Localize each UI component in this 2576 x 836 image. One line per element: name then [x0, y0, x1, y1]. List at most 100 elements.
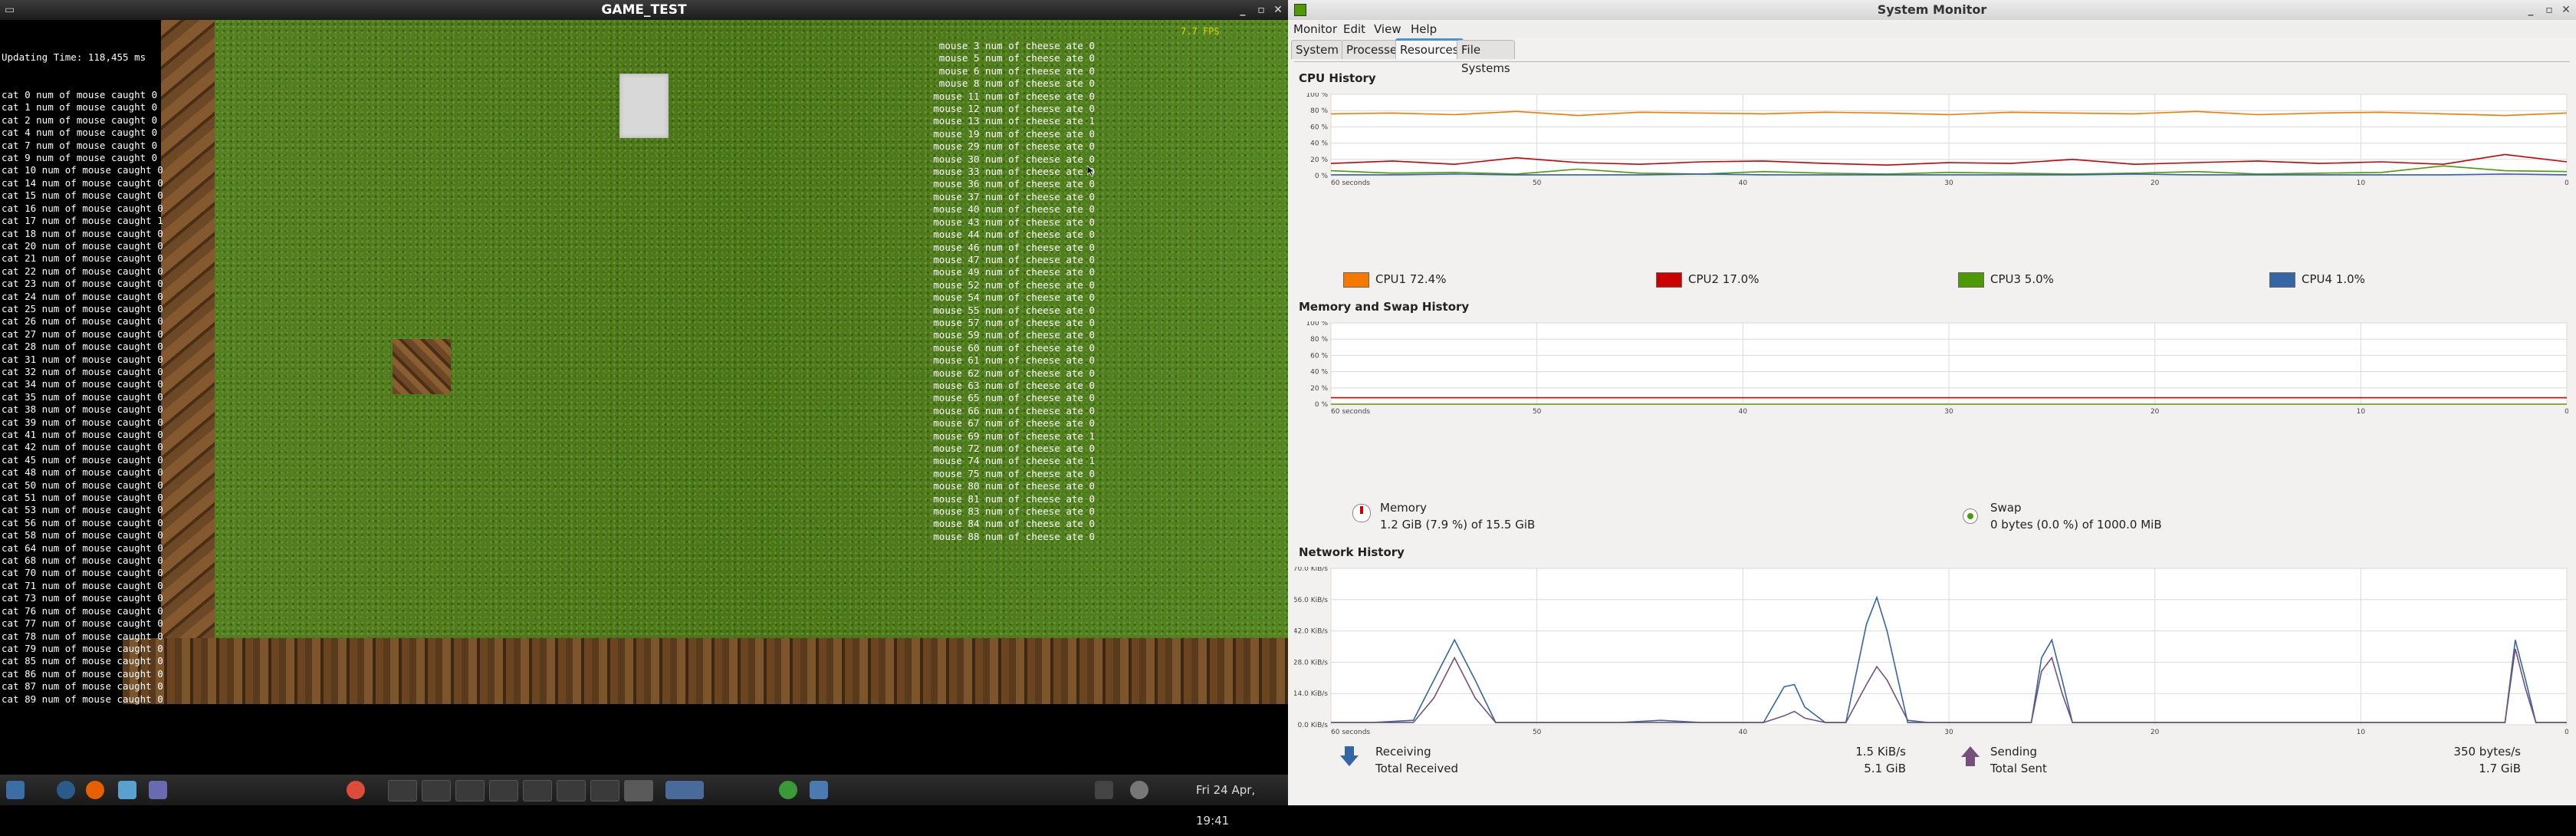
- cat-log-line: cat 22 num of mouse caught 0: [2, 265, 163, 277]
- volume-icon[interactable]: [1130, 781, 1148, 799]
- y-tick-label: 0 %: [1315, 173, 1329, 180]
- x-tick-label: 30: [1944, 408, 1953, 416]
- mouse-log-line: mouse 60 num of cheese ate 0: [933, 341, 1095, 354]
- cpu3-legend-label: CPU3 5.0%: [1990, 272, 2054, 286]
- task-files-2[interactable]: [523, 780, 552, 801]
- wooden-crate: [393, 339, 451, 394]
- cat-log-line: cat 17 num of mouse caught 1: [2, 215, 163, 227]
- maximize-icon[interactable]: ▫: [2542, 3, 2556, 17]
- game-window-titlebar[interactable]: ▭ GAME_TEST _ ▫ ✕: [0, 0, 1288, 20]
- runner-icon[interactable]: [779, 781, 797, 799]
- desktop-icon[interactable]: [810, 781, 828, 799]
- y-tick-label: 100 %: [1306, 321, 1328, 327]
- y-tick-label: 14.0 KiB/s: [1294, 690, 1328, 698]
- cat-log-line: cat 78 num of mouse caught 0: [2, 630, 163, 642]
- menu-edit[interactable]: Edit: [1343, 22, 1365, 36]
- mouse-log-line: mouse 61 num of cheese ate 0: [933, 354, 1095, 367]
- screen-icon[interactable]: [1095, 781, 1113, 799]
- mouse-log-line: mouse 40 num of cheese ate 0: [933, 203, 1095, 216]
- system-monitor-titlebar[interactable]: System Monitor _ ▫ ✕: [1288, 0, 2576, 21]
- cpu2-color-swatch[interactable]: [1656, 272, 1682, 288]
- minimize-icon[interactable]: _: [2524, 3, 2538, 17]
- y-tick-label: 80 %: [1310, 336, 1328, 344]
- cpu4-color-swatch[interactable]: [2269, 272, 2295, 288]
- firefox-icon[interactable]: [86, 781, 104, 799]
- close-icon[interactable]: ✕: [1271, 3, 1285, 17]
- memory-history-title: Memory and Swap History: [1299, 300, 1470, 314]
- mouse-log-line: mouse 83 num of cheese ate 0: [933, 505, 1095, 518]
- tab-system[interactable]: System: [1291, 40, 1343, 59]
- mouse-log-line: mouse 72 num of cheese ate 0: [933, 443, 1095, 454]
- memory-value: 1.2 GiB (7.9 %) of 15.5 GiB: [1380, 518, 1536, 532]
- task-editor[interactable]: [422, 780, 451, 801]
- y-tick-label: 42.0 KiB/s: [1294, 628, 1328, 636]
- clock[interactable]: Fri 24 Apr, 19:41: [1196, 775, 1288, 836]
- maximize-icon[interactable]: ▫: [1254, 3, 1268, 17]
- task-terminal[interactable]: [388, 780, 417, 801]
- cpu3-color-swatch[interactable]: [1958, 272, 1984, 288]
- total-sent-label: Total Sent: [1990, 762, 2047, 775]
- menu-monitor[interactable]: Monitor: [1293, 22, 1337, 36]
- x-tick-label: 20: [2150, 179, 2160, 187]
- task-chrome[interactable]: [455, 780, 485, 801]
- x-tick-label: 60 seconds: [1331, 179, 1370, 187]
- cat-log-lines: cat 0 num of mouse caught 0 cat 1 num of …: [2, 89, 163, 706]
- cat-log-line: cat 48 num of mouse caught 0: [2, 466, 163, 479]
- cat-log-line: cat 23 num of mouse caught 0: [2, 278, 163, 290]
- steam-icon[interactable]: [57, 781, 75, 799]
- memory-pie-icon[interactable]: [1352, 504, 1371, 522]
- game-canvas[interactable]: 7.7 FPS Updating Time: 118,455 ms cat 0 …: [0, 20, 1288, 775]
- file-manager-icon[interactable]: [118, 781, 136, 799]
- help-icon[interactable]: [149, 781, 167, 799]
- task-game-window[interactable]: [624, 780, 653, 801]
- y-tick-label: 80 %: [1310, 107, 1328, 115]
- wooden-wall-left: [161, 20, 215, 638]
- cpu1-color-swatch[interactable]: [1343, 272, 1369, 288]
- cpu2-legend-label: CPU2 17.0%: [1688, 272, 1760, 286]
- cat-log-line: cat 68 num of mouse caught 0: [2, 555, 163, 567]
- cat-log-line: cat 1 num of mouse caught 0: [2, 101, 158, 114]
- resources-panel: CPU History 60 seconds 50 40 30 20 10 0 100 % 80…: [1294, 61, 2570, 803]
- mouse-log-line: mouse 6 num of cheese ate 0: [938, 64, 1095, 77]
- y-tick-label: 40 %: [1310, 369, 1328, 377]
- tab-file-systems[interactable]: File Systems: [1457, 40, 1515, 75]
- swap-pie-icon[interactable]: [1963, 509, 1978, 524]
- minimize-icon[interactable]: _: [1236, 3, 1250, 17]
- chrome-icon[interactable]: [347, 781, 365, 799]
- window-menu-icon[interactable]: ▭: [5, 0, 15, 20]
- total-sent-value: 1.7 GiB: [2479, 762, 2521, 775]
- network-history-chart: 60 seconds 50 40 30 20 10 0 70.0 KiB/s 56.0 KiB/…: [1294, 567, 2568, 736]
- menu-help[interactable]: Help: [1411, 22, 1437, 36]
- cat-log-line: cat 89 num of mouse caught 0: [2, 693, 163, 705]
- mouse-log-line: mouse 33 num of cheese ate 0: [933, 166, 1095, 178]
- cat-log-line: cat 73 num of mouse caught 0: [2, 592, 163, 604]
- close-icon[interactable]: ✕: [2559, 3, 2573, 17]
- memory-label: Memory: [1380, 501, 1428, 515]
- mouse-log-line: mouse 13 num of cheese ate 1: [933, 115, 1095, 127]
- tab-resources[interactable]: Resources: [1395, 38, 1464, 59]
- workspace-switcher[interactable]: [665, 781, 704, 799]
- task-console[interactable]: [590, 780, 619, 801]
- task-document[interactable]: [557, 780, 586, 801]
- receiving-label: Receiving: [1375, 745, 1431, 759]
- mouse-log-line: mouse 67 num of cheese ate 0: [933, 417, 1095, 430]
- task-files-1[interactable]: [489, 780, 518, 801]
- cat-log-line: cat 34 num of mouse caught 0: [2, 378, 163, 390]
- receiving-arrow-icon: [1340, 746, 1359, 766]
- wooden-wall-bottom: [123, 638, 1288, 704]
- menu-view[interactable]: View: [1374, 22, 1401, 36]
- cat-log-line: cat 41 num of mouse caught 0: [2, 429, 163, 440]
- updating-time: Updating Time: 118,455 ms: [2, 51, 146, 63]
- mouse-log-line: mouse 49 num of cheese ate 0: [933, 266, 1095, 278]
- cat-log-line: cat 28 num of mouse caught 0: [2, 341, 163, 353]
- sending-value: 350 bytes/s: [2453, 745, 2521, 759]
- mouse-log-line: mouse 12 num of cheese ate 0: [933, 103, 1095, 115]
- taskbar: Fri 24 Apr, 19:41: [0, 775, 1288, 828]
- sending-arrow-icon: [1961, 746, 1980, 766]
- cat-log-line: cat 53 num of mouse caught 0: [2, 504, 163, 516]
- app-menu-icon[interactable]: [6, 781, 25, 799]
- receiving-value: 1.5 KiB/s: [1855, 745, 1906, 759]
- mouse-log-line: mouse 88 num of cheese ate 0: [933, 530, 1095, 542]
- cat-log-line: cat 32 num of mouse caught 0: [2, 365, 163, 377]
- cat-log-line: cat 31 num of mouse caught 0: [2, 353, 163, 365]
